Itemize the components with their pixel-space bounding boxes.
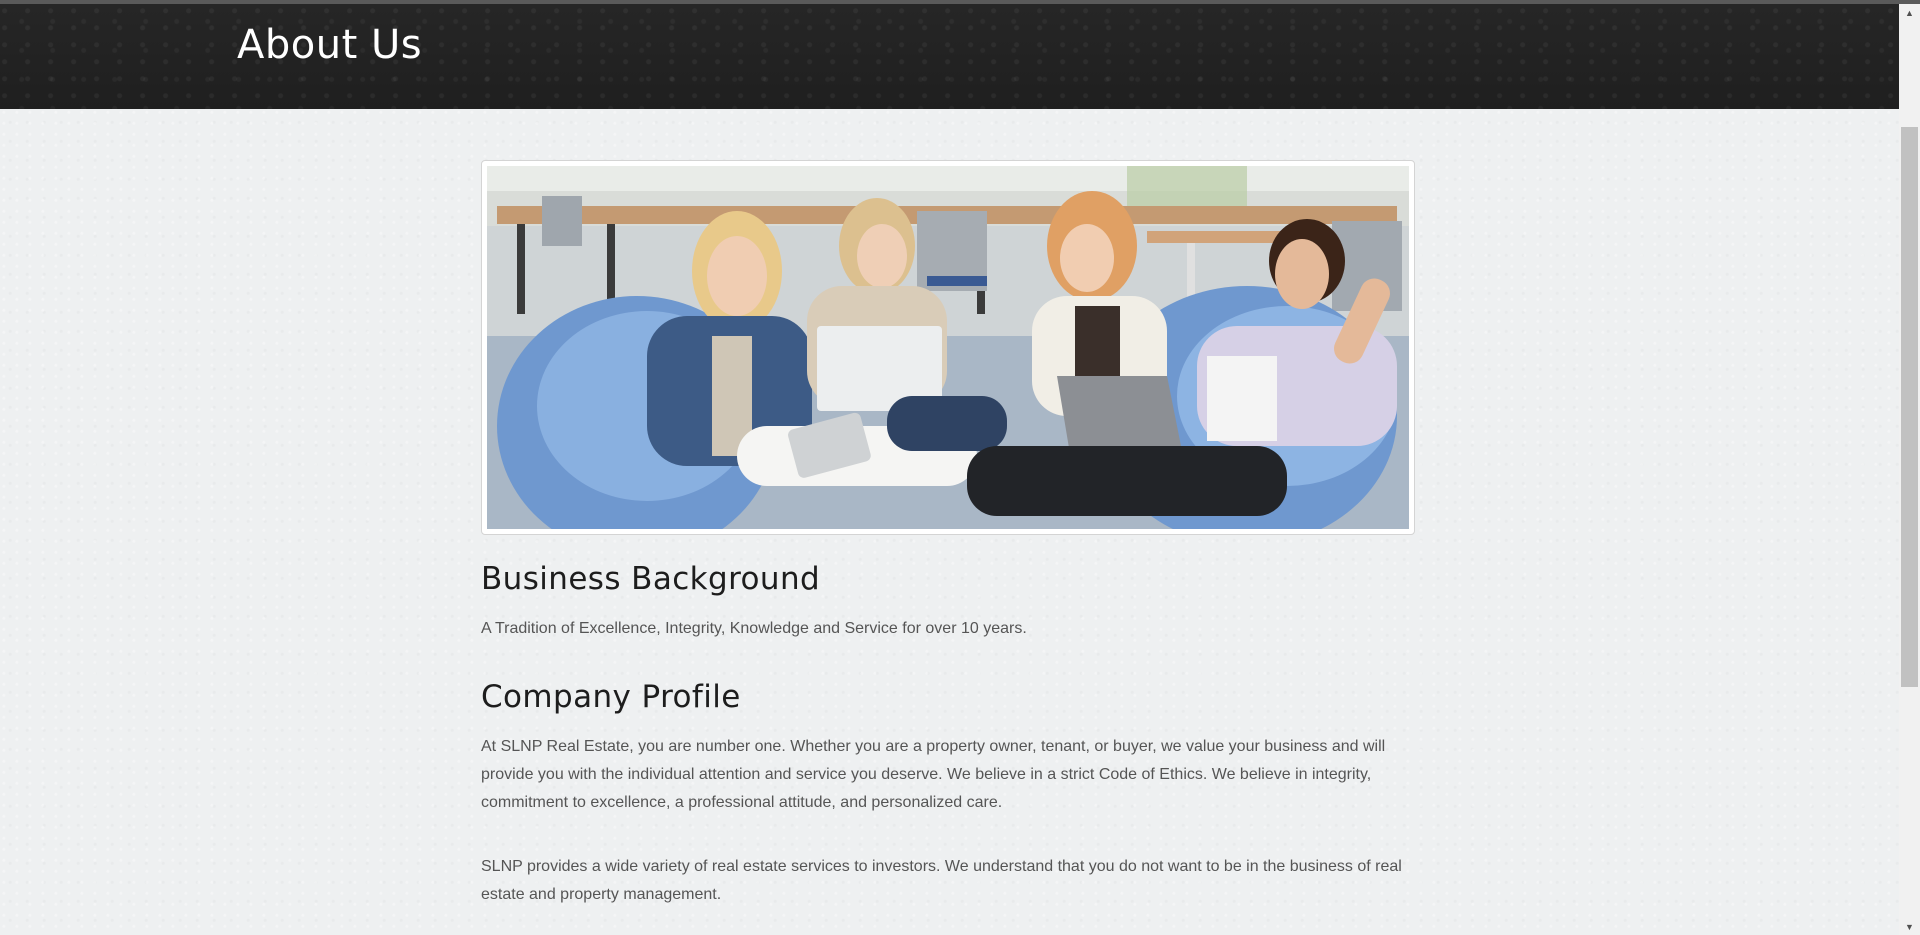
- hero-image: [487, 166, 1409, 529]
- hero-illustration: [487, 166, 1409, 529]
- hero-image-frame: [481, 160, 1415, 535]
- company-profile-paragraph: SLNP provides a wide variety of real est…: [481, 858, 1402, 903]
- section-heading-company-profile: Company Profile: [481, 679, 741, 715]
- scroll-down-arrow-icon[interactable]: ▼: [1899, 918, 1920, 935]
- page-header: About Us: [0, 4, 1899, 109]
- vertical-scrollbar[interactable]: ▲ ▼: [1899, 4, 1920, 935]
- business-background-text: A Tradition of Excellence, Integrity, Kn…: [481, 620, 1027, 637]
- scroll-up-arrow-icon[interactable]: ▲: [1899, 4, 1920, 21]
- page-title: About Us: [237, 22, 423, 68]
- section-heading-business-background: Business Background: [481, 561, 821, 597]
- scrollbar-thumb[interactable]: [1901, 127, 1918, 687]
- main-content: Business Background A Tradition of Excel…: [0, 109, 1899, 935]
- company-profile-paragraph: At SLNP Real Estate, you are number one.…: [481, 738, 1386, 811]
